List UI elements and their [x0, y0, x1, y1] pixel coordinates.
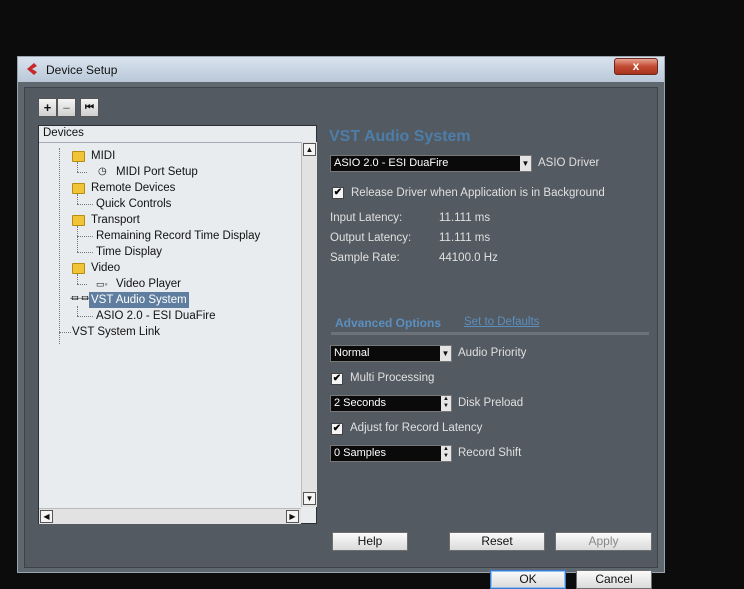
midi-port-icon: ◷: [98, 166, 107, 177]
folder-icon: [72, 183, 85, 194]
record-shift-stepper[interactable]: 0 Samples ▲ ▼: [330, 445, 452, 462]
title-bar[interactable]: Device Setup x: [18, 57, 664, 82]
cancel-button[interactable]: Cancel: [576, 570, 652, 589]
help-button[interactable]: Help: [332, 532, 408, 551]
add-device-button[interactable]: +: [38, 98, 57, 117]
folder-icon: [72, 215, 85, 226]
ok-button[interactable]: OK: [490, 570, 566, 589]
tree-item-remote-devices[interactable]: Remote Devices: [91, 180, 175, 196]
folder-icon: [72, 263, 85, 274]
record-shift-label: Record Shift: [458, 447, 522, 459]
tree-item-vst-system-link[interactable]: VST System Link: [72, 324, 160, 340]
window-title: Device Setup: [46, 63, 118, 77]
tree-item-video-player[interactable]: Video Player: [116, 276, 181, 292]
tree-item-quick-controls[interactable]: Quick Controls: [96, 196, 171, 212]
scroll-down-icon[interactable]: ▼: [303, 492, 316, 505]
disk-preload-stepper[interactable]: 2 Seconds ▲ ▼: [330, 395, 452, 412]
set-to-defaults-link[interactable]: Set to Defaults: [464, 316, 539, 328]
tree-item-midi[interactable]: MIDI: [91, 148, 115, 164]
cubase-icon: [27, 63, 37, 75]
multi-processing-label: Multi Processing: [350, 372, 435, 384]
reset-device-button[interactable]: ⏮: [80, 98, 99, 117]
scroll-right-icon[interactable]: ▶: [286, 510, 299, 523]
apply-button[interactable]: Apply: [555, 532, 652, 551]
output-latency-value: 11.111 ms: [439, 232, 491, 244]
scroll-up-icon[interactable]: ▲: [303, 143, 316, 156]
release-driver-checkbox[interactable]: ✔: [332, 187, 344, 199]
advanced-separator: [331, 332, 649, 335]
dialog-body: + – ⏮ Devices MIDI ◷ MIDI Port Setup Rem…: [24, 87, 658, 589]
tree-item-transport[interactable]: Transport: [91, 212, 140, 228]
tree-item-midi-port-setup[interactable]: MIDI Port Setup: [116, 164, 198, 180]
stepper-arrows-icon[interactable]: ▲ ▼: [441, 396, 451, 411]
scroll-left-icon[interactable]: ◀: [40, 510, 53, 523]
chevron-down-icon[interactable]: ▼: [440, 346, 451, 361]
tree-item-asio-driver[interactable]: ASIO 2.0 - ESI DuaFire: [96, 308, 216, 324]
input-latency-label: Input Latency:: [330, 212, 403, 224]
audio-priority-label: Audio Priority: [458, 347, 527, 359]
multi-processing-checkbox[interactable]: ✔: [331, 373, 343, 385]
devices-header: Devices: [39, 126, 316, 143]
asio-driver-select[interactable]: ASIO 2.0 - ESI DuaFire ▼: [330, 155, 532, 172]
sample-rate-value: 44100.0 Hz: [439, 252, 498, 264]
audio-system-icon: ⏛⏛: [70, 294, 90, 305]
output-latency-label: Output Latency:: [330, 232, 412, 244]
tree-item-time-display[interactable]: Time Display: [96, 244, 162, 260]
device-setup-window: Device Setup x + – ⏮ Devices MIDI ◷ MIDI…: [17, 56, 665, 589]
asio-driver-label: ASIO Driver: [538, 157, 600, 169]
tree-item-remaining-record-time[interactable]: Remaining Record Time Display: [96, 228, 260, 244]
disk-preload-label: Disk Preload: [458, 397, 524, 409]
sample-rate-label: Sample Rate:: [330, 252, 400, 264]
tree-vertical-scrollbar[interactable]: ▲ ▼: [301, 142, 317, 507]
release-driver-label: Release Driver when Application is in Ba…: [351, 187, 605, 199]
chevron-down-icon[interactable]: ▼: [520, 156, 531, 171]
devices-tree: Devices MIDI ◷ MIDI Port Setup Remote De…: [38, 125, 317, 524]
tree-item-video[interactable]: Video: [91, 260, 120, 276]
tree-item-vst-audio-system[interactable]: VST Audio System: [89, 292, 189, 308]
video-player-icon: ▭◦: [96, 279, 108, 289]
reset-button[interactable]: Reset: [449, 532, 545, 551]
advanced-options-heading: Advanced Options: [335, 316, 442, 330]
adjust-latency-label: Adjust for Record Latency: [350, 422, 483, 434]
close-button[interactable]: x: [614, 58, 658, 75]
folder-icon: [72, 151, 85, 162]
tree-horizontal-scrollbar[interactable]: ◀ ▶: [39, 508, 301, 524]
adjust-latency-checkbox[interactable]: ✔: [331, 423, 343, 435]
remove-device-button[interactable]: –: [57, 98, 76, 117]
audio-priority-select[interactable]: Normal ▼: [330, 345, 452, 362]
panel-title: VST Audio System: [329, 128, 471, 145]
input-latency-value: 11.111 ms: [439, 212, 491, 224]
stepper-arrows-icon[interactable]: ▲ ▼: [441, 446, 451, 461]
